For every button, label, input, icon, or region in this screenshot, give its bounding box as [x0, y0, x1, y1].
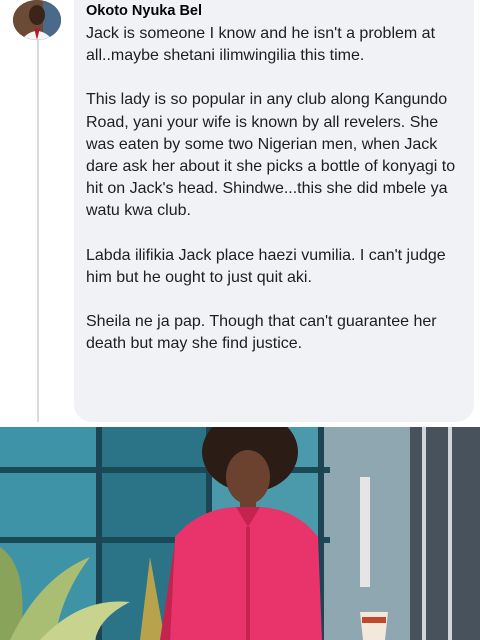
- comment-author-name[interactable]: Okoto Nyuka Bel: [86, 2, 462, 20]
- avatar[interactable]: [13, 0, 61, 40]
- comment-paragraph-3: Labda ilifikia Jack place haezi vumilia.…: [86, 246, 446, 286]
- woman-in-pink-shirt-photo: [0, 427, 480, 640]
- avatar-photo: [13, 0, 61, 40]
- attached-photo[interactable]: [0, 427, 480, 640]
- comment-bubble: Okoto Nyuka Bel Jack is someone I know a…: [74, 0, 474, 422]
- comment-paragraph-4: Sheila ne ja pap. Though that can't guar…: [86, 313, 437, 353]
- comment-paragraph-2: This lady is so popular in any club alon…: [86, 91, 456, 220]
- thread-connector-line: [37, 40, 39, 422]
- comment-paragraph-1: Jack is someone I know and he isn't a pr…: [86, 25, 436, 65]
